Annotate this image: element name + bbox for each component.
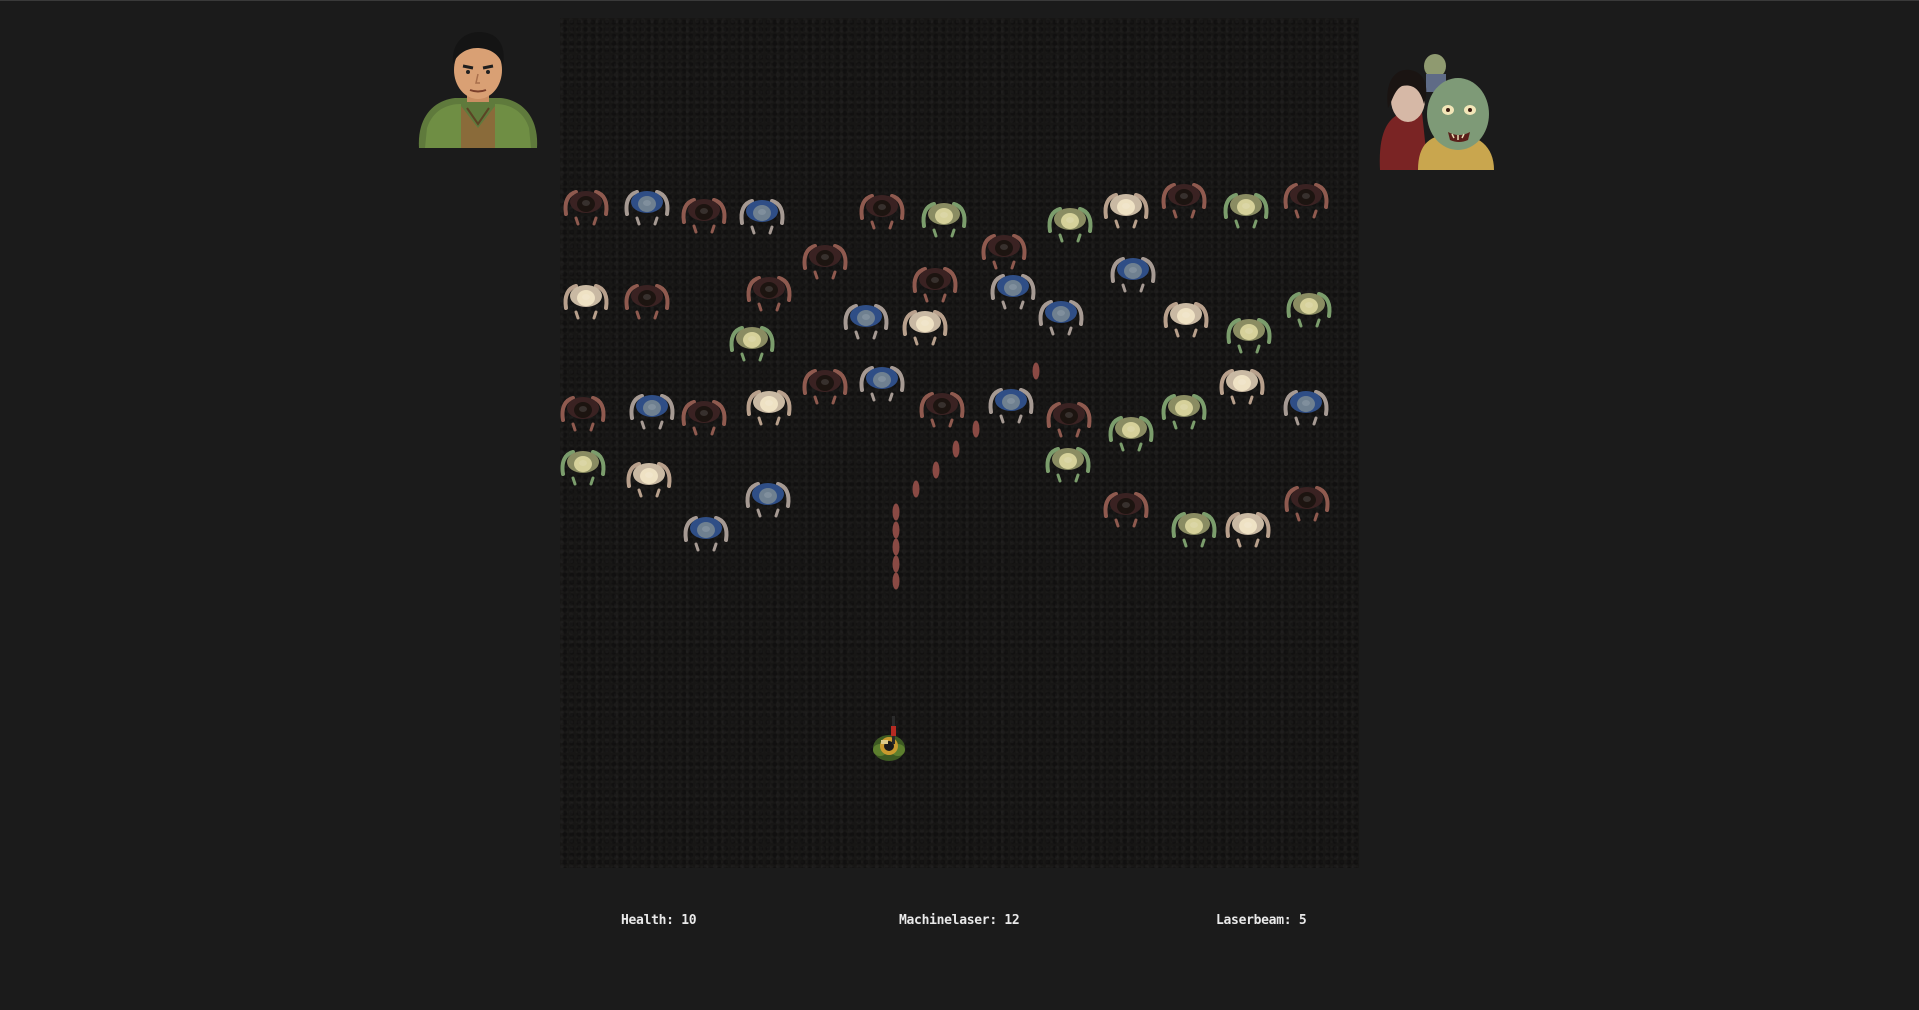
zombie-enemy: [1046, 402, 1092, 438]
zombie-enemy: [1103, 193, 1149, 229]
zombie-enemy: [739, 199, 785, 235]
machinelaser-counter: Machinelaser12: [899, 913, 1020, 928]
zombie-enemy: [683, 516, 729, 552]
zombie-enemy: [1283, 183, 1329, 219]
laser-bullet: [892, 538, 900, 556]
game-arena[interactable]: [560, 18, 1359, 868]
zombie-enemy: [921, 202, 967, 238]
zombie-enemy: [1226, 318, 1272, 354]
soldier-portrait-icon: [415, 28, 541, 148]
zombie-enemy: [859, 194, 905, 230]
laser-bullet: [892, 555, 900, 573]
machinelaser-label: Machinelaser: [899, 913, 1004, 928]
zombie-enemy: [681, 198, 727, 234]
laserbeam-value: 5: [1298, 913, 1307, 928]
zombie-enemy: [1045, 447, 1091, 483]
zombie-enemy: [1103, 492, 1149, 528]
zombie-enemy: [988, 388, 1034, 424]
zombie-enemy: [859, 366, 905, 402]
zombie-enemy: [1038, 300, 1084, 336]
zombie-enemy: [981, 234, 1027, 270]
zombie-enemy: [802, 369, 848, 405]
zombie-enemy: [746, 276, 792, 312]
laser-bullet: [892, 521, 900, 539]
zombie-enemy: [746, 390, 792, 426]
zombie-enemy: [1286, 292, 1332, 328]
zombie-enemy: [1283, 390, 1329, 426]
zombie-enemy: [843, 304, 889, 340]
zombie-enemy: [1284, 486, 1330, 522]
machinelaser-value: 12: [1004, 913, 1020, 928]
zombie-enemy: [912, 267, 958, 303]
zombie-enemy: [1225, 512, 1271, 548]
zombie-enemy: [1110, 257, 1156, 293]
zombie-enemy: [626, 462, 672, 498]
laser-bullet: [972, 420, 980, 438]
zombie-enemy: [563, 190, 609, 226]
health-value: 10: [681, 913, 697, 928]
window-top-border: [0, 0, 1919, 1]
zombie-enemy: [1161, 394, 1207, 430]
zombie-group-portrait-icon: [1378, 52, 1496, 170]
zombie-enemy: [990, 274, 1036, 310]
laser-bullet: [952, 440, 960, 458]
health-counter: Health10: [621, 913, 697, 928]
zombie-enemy: [681, 400, 727, 436]
zombie-enemy: [1163, 302, 1209, 338]
zombie-enemy: [563, 284, 609, 320]
zombie-enemy: [629, 394, 675, 430]
laserbeam-label: Laserbeam: [1216, 913, 1299, 928]
zombie-enemy: [745, 482, 791, 518]
zombie-enemy: [1161, 183, 1207, 219]
zombie-enemy: [1047, 207, 1093, 243]
laser-bullet: [892, 503, 900, 521]
laser-bullet: [912, 480, 920, 498]
laser-bullet: [932, 461, 940, 479]
zombie-enemy: [624, 190, 670, 226]
laser-bullet: [1032, 362, 1040, 380]
laser-bullet: [892, 572, 900, 590]
zombie-enemy: [1219, 369, 1265, 405]
zombie-enemy: [1108, 416, 1154, 452]
zombie-enemy: [729, 326, 775, 362]
zombie-enemy: [1171, 512, 1217, 548]
health-label: Health: [621, 913, 681, 928]
zombie-enemy: [902, 310, 948, 346]
zombie-enemy: [624, 284, 670, 320]
zombie-enemy: [560, 450, 606, 486]
zombie-enemy: [1223, 193, 1269, 229]
player-soldier: [873, 716, 905, 761]
laserbeam-counter: Laserbeam5: [1216, 913, 1307, 928]
zombie-enemy: [560, 396, 606, 432]
zombie-enemy: [919, 392, 965, 428]
zombie-enemy: [802, 244, 848, 280]
